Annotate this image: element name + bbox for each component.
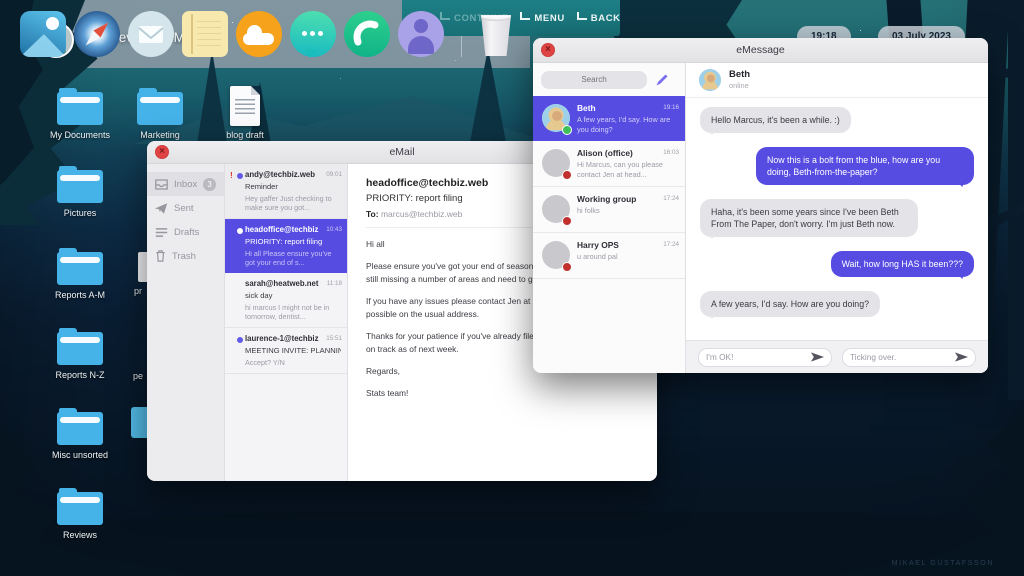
desktop-icon-misc-unsorted[interactable]: Misc unsorted [42,412,118,460]
desktop: MIKAEL GUSTAFSSON Good evening, Marcus. … [0,0,1024,576]
send-icon[interactable] [955,352,968,362]
chat-bubble-sent: Now this is a bolt from the blue, how ar… [756,147,974,185]
hidden-icon-label-fragment: pe [133,371,143,381]
phone-app-icon[interactable] [344,11,390,57]
inbox-icon [155,179,168,190]
phone-handset-icon [344,11,390,57]
email-list-item[interactable]: sarah@heatweb.net 11:18 sick day hi marc… [225,273,347,328]
offline-status-icon [562,170,572,180]
pine-tree [468,48,508,153]
chat-list-item[interactable]: Harry OPS 17:24 u around pal [533,233,685,279]
email-list-item[interactable]: ! andy@techbiz.web 09:01 Reminder Hey ga… [225,164,347,219]
sidebar-item-inbox[interactable]: Inbox 3 [147,172,224,196]
folder-icon [57,170,103,203]
tree-trunk [1008,0,1024,400]
chat-list-item[interactable]: Alison (office) 16:03 Hi Marcus, can you… [533,141,685,187]
sidebar-item-drafts[interactable]: Drafts [147,220,224,244]
offline-status-icon [562,262,572,272]
desktop-icon-marketing[interactable]: Marketing [122,92,198,140]
close-icon[interactable]: × [541,43,555,57]
menu-item-menu[interactable]: MENU [520,13,564,24]
hidden-icon-label-fragment: pr [134,286,142,296]
chat-list-item[interactable]: Working group 17:24 hi folks [533,187,685,233]
unread-dot-icon [237,173,243,179]
chat-bubble-sent: Wait, how long HAS it been??? [831,251,974,277]
desktop-icon-reviews[interactable]: Reviews [42,492,118,540]
chat-list-item-selected[interactable]: Beth 19:16 A few years, I'd say. How are… [533,96,685,141]
email-sidebar: Inbox 3 Sent Drafts [147,164,225,481]
search-input[interactable] [541,71,647,89]
email-recipient: marcus@techbiz.web [381,209,462,219]
inbox-count-badge: 3 [203,178,216,191]
online-status-icon [562,125,572,135]
send-icon[interactable] [811,352,824,362]
sidebar-item-trash[interactable]: Trash [147,244,224,268]
folder-icon [57,412,103,445]
mail-app-icon[interactable] [128,11,174,57]
browser-compass-icon[interactable] [74,11,120,57]
sidebar-item-sent[interactable]: Sent [147,196,224,220]
folder-icon [137,92,183,125]
conversation-header: Beth online [686,63,988,98]
hidden-desktop-folder[interactable] [131,407,147,438]
conversation-contact-name: Beth [729,69,750,80]
conversation-avatar [699,69,721,91]
conversation-contact-status: online [729,81,749,90]
contacts-app-icon[interactable] [398,11,444,57]
email-list-item-selected[interactable]: headoffice@techbiz 10:43 PRIORITY: repor… [225,219,347,273]
tick-icon [440,12,450,20]
desktop-icon-blog-draft[interactable]: blog draft [207,86,283,140]
email-message-list: ! andy@techbiz.web 09:01 Reminder Hey ga… [225,164,348,481]
messenger-window: × eMessage [533,38,988,373]
folder-icon [57,332,103,365]
folder-icon [57,252,103,285]
messages-app-icon[interactable] [290,11,336,57]
envelope-icon [128,11,174,57]
desktop-icon-reports-a-m[interactable]: Reports A-M [42,252,118,300]
ground-silhouette [0,512,1024,576]
unread-dot-icon [237,228,243,234]
quick-reply-option-1[interactable]: I'm OK! [698,348,832,367]
compass-needle-icon [74,11,120,57]
quick-reply-option-2[interactable]: Ticking over. [842,348,976,367]
chat-bubble-received: Hello Marcus, it's been a while. :) [700,107,851,133]
messenger-titlebar[interactable]: × eMessage [533,38,988,63]
message-history: Hello Marcus, it's been a while. :) Now … [686,98,988,340]
wallpaper-artist-watermark: MIKAEL GUSTAFSSON [892,560,994,567]
drafts-icon [155,227,168,238]
unread-dot-icon [237,337,243,343]
close-icon[interactable]: × [155,145,169,159]
chat-bubble-received: A few years, I'd say. How are you doing? [700,291,880,317]
notes-app-icon[interactable] [182,11,228,57]
email-list-item[interactable]: laurence-1@techbiz 15:51 MEETING INVITE:… [225,328,347,374]
folder-icon [57,492,103,525]
sent-icon [155,203,168,214]
desktop-icon-my-documents[interactable]: My Documents [42,92,118,140]
hidden-desktop-item[interactable] [138,252,147,282]
folder-icon [57,92,103,125]
quick-reply-bar: I'm OK! Ticking over. [686,340,988,373]
important-icon: ! [230,170,233,180]
document-icon [230,86,260,126]
tick-icon [520,12,530,20]
tick-icon [577,12,587,20]
chat-bubble-received: Haha, it's been some years since I've be… [700,199,918,237]
trash-icon [155,250,166,262]
conversation-panel: Beth online Hello Marcus, it's been a wh… [686,63,988,373]
offline-status-icon [562,216,572,226]
photos-app-icon[interactable] [20,11,66,57]
menu-item-back[interactable]: BACK [577,13,621,24]
weather-app-icon[interactable] [236,11,282,57]
messenger-window-title: eMessage [533,38,988,62]
compose-pencil-icon[interactable] [654,72,670,88]
chat-list-panel: Beth 19:16 A few years, I'd say. How are… [533,63,686,373]
desktop-icon-reports-n-z[interactable]: Reports N-Z [42,332,118,380]
desktop-icon-pictures[interactable]: Pictures [42,170,118,218]
